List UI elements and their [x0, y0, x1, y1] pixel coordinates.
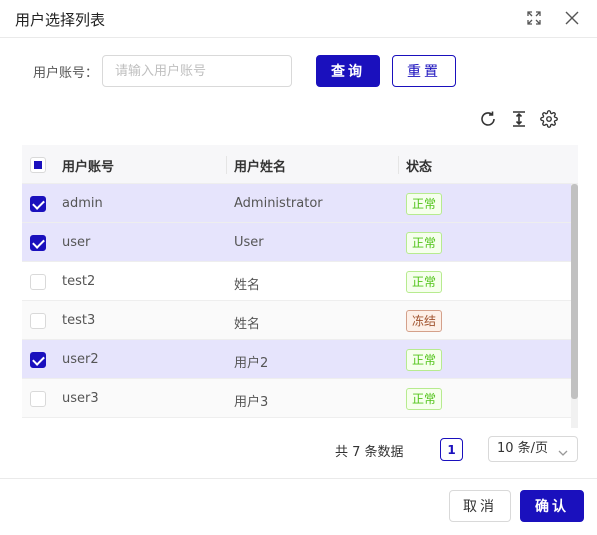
page-size-value: 10 条/页: [497, 441, 549, 456]
column-header-status[interactable]: 状态: [406, 156, 432, 175]
status-badge: 正常: [406, 271, 443, 293]
table-scrollbar[interactable]: [571, 184, 578, 428]
column-header-name[interactable]: 用户姓名: [234, 156, 286, 175]
cancel-button[interactable]: 取消: [449, 490, 511, 522]
row-checkbox[interactable]: [30, 352, 46, 368]
cell-account: admin: [62, 196, 103, 211]
table-row[interactable]: user User 正常: [22, 223, 571, 262]
status-badge: 冻结: [406, 310, 443, 332]
column-divider: [226, 156, 227, 174]
status-badge: 正常: [406, 193, 443, 215]
chevron-down-icon: [557, 444, 569, 468]
row-checkbox[interactable]: [30, 313, 46, 329]
status-badge: 正常: [406, 349, 443, 371]
cell-account: test2: [62, 274, 96, 289]
column-header-account[interactable]: 用户账号: [62, 156, 114, 175]
table-header: 用户账号 用户姓名 状态: [22, 145, 578, 184]
status-badge: 正常: [406, 388, 443, 410]
select-all-checkbox[interactable]: [30, 157, 46, 173]
column-divider: [398, 156, 399, 174]
page-number-current[interactable]: 1: [440, 438, 463, 461]
row-checkbox[interactable]: [30, 196, 46, 212]
dialog-header: 用户选择列表: [0, 0, 597, 38]
row-checkbox[interactable]: [30, 274, 46, 290]
table-row[interactable]: user2 用户2 正常: [22, 340, 571, 379]
cell-name: Administrator: [234, 196, 323, 211]
query-button[interactable]: 查询: [316, 55, 380, 87]
page-size-select[interactable]: 10 条/页: [488, 436, 578, 462]
row-checkbox[interactable]: [30, 391, 46, 407]
reset-button[interactable]: 重置: [392, 55, 456, 87]
status-badge: 正常: [406, 232, 443, 254]
close-icon[interactable]: [562, 8, 582, 28]
total-count: 共 7 条数据: [335, 445, 404, 460]
cell-account: user: [62, 235, 91, 250]
scrollbar-thumb[interactable]: [571, 184, 578, 399]
search-label: 用户账号：: [33, 66, 99, 81]
account-search-input[interactable]: [102, 55, 292, 87]
table-row[interactable]: admin Administrator 正常: [22, 184, 571, 223]
settings-icon[interactable]: [539, 109, 559, 129]
cell-name: 用户2: [234, 356, 269, 371]
cell-account: test3: [62, 313, 96, 328]
cell-name: 姓名: [234, 317, 261, 332]
dialog-title: 用户选择列表: [15, 11, 106, 29]
cell-account: user3: [62, 391, 99, 406]
cell-name: 用户3: [234, 395, 269, 410]
row-checkbox[interactable]: [30, 235, 46, 251]
table-row[interactable]: test2 姓名 正常: [22, 262, 571, 301]
table-row[interactable]: user3 用户3 正常: [22, 379, 571, 418]
confirm-button[interactable]: 确认: [520, 490, 584, 522]
refresh-icon[interactable]: [478, 109, 498, 129]
cell-name: User: [234, 235, 264, 250]
column-height-icon[interactable]: [509, 109, 529, 129]
expand-icon[interactable]: [524, 8, 544, 28]
table-row[interactable]: test3 姓名 冻结: [22, 301, 571, 340]
cell-account: user2: [62, 352, 99, 367]
user-table: 用户账号 用户姓名 状态 admin Administrator 正常 user…: [22, 145, 578, 428]
cell-name: 姓名: [234, 278, 261, 293]
